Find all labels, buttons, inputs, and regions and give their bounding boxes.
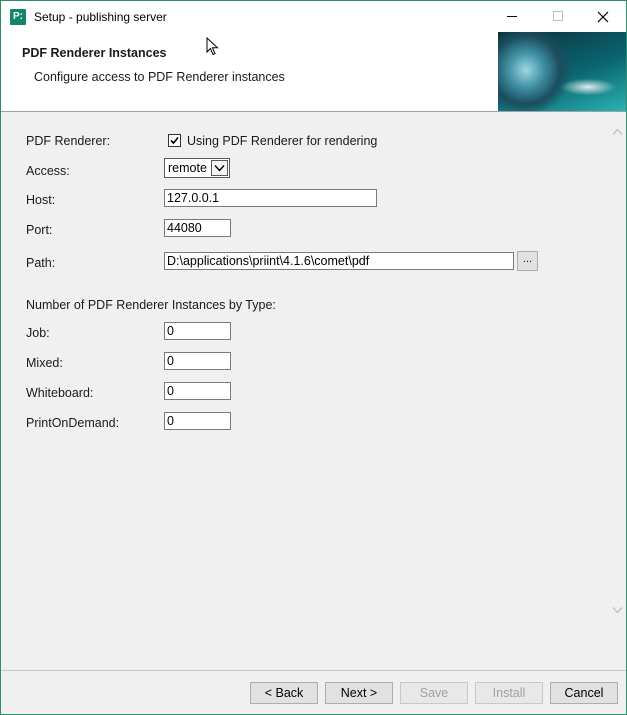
pdf-renderer-label: PDF Renderer: xyxy=(26,134,111,148)
page-subtitle: Configure access to PDF Renderer instanc… xyxy=(34,70,285,84)
title-bar: P: Setup - publishing server xyxy=(1,1,626,32)
minimize-button[interactable] xyxy=(489,1,535,32)
page-title: PDF Renderer Instances xyxy=(22,46,167,60)
path-label: Path: xyxy=(26,256,56,270)
browse-path-button[interactable]: ... xyxy=(517,251,538,271)
mixed-label: Mixed: xyxy=(26,356,63,370)
content-scrollbar[interactable] xyxy=(609,112,626,632)
job-label: Job: xyxy=(26,326,50,340)
close-icon xyxy=(597,11,609,22)
host-label: Host: xyxy=(26,193,56,207)
dropdown-button[interactable] xyxy=(211,160,228,176)
printondemand-label: PrintOnDemand: xyxy=(26,416,120,430)
next-button[interactable]: Next > xyxy=(325,682,393,704)
whiteboard-instances-input[interactable]: 0 xyxy=(164,382,231,400)
chevron-down-icon xyxy=(214,165,225,172)
printondemand-instances-input[interactable]: 0 xyxy=(164,412,231,430)
wizard-footer: < Back Next > Save Install Cancel xyxy=(1,670,626,714)
maximize-button xyxy=(535,1,581,32)
save-button: Save xyxy=(400,682,468,704)
use-pdf-renderer-checkbox-label[interactable]: Using PDF Renderer for rendering xyxy=(187,134,377,148)
instances-heading: Number of PDF Renderer Instances by Type… xyxy=(26,298,276,312)
access-select-value: remote xyxy=(168,161,207,175)
back-button[interactable]: < Back xyxy=(250,682,318,704)
use-pdf-renderer-checkbox[interactable] xyxy=(168,134,181,147)
cancel-button[interactable]: Cancel xyxy=(550,682,618,704)
window-title: Setup - publishing server xyxy=(34,10,167,24)
setup-window: P: Setup - publishing server PDF Rendere… xyxy=(0,0,627,715)
mouse-pointer-icon xyxy=(206,37,219,56)
access-label: Access: xyxy=(26,164,70,178)
scroll-up-icon[interactable] xyxy=(612,128,623,136)
job-instances-input[interactable]: 0 xyxy=(164,322,231,340)
whiteboard-label: Whiteboard: xyxy=(26,386,94,400)
checkmark-icon xyxy=(170,136,179,145)
access-select[interactable]: remote xyxy=(164,158,230,178)
port-label: Port: xyxy=(26,223,53,237)
maximize-icon xyxy=(552,11,563,21)
port-input[interactable]: 44080 xyxy=(164,219,231,237)
scroll-down-icon[interactable] xyxy=(612,606,623,614)
wizard-content: PDF Renderer: Using PDF Renderer for ren… xyxy=(1,112,609,632)
app-icon: P: xyxy=(10,9,26,25)
minimize-icon xyxy=(506,16,517,17)
host-input[interactable]: 127.0.0.1 xyxy=(164,189,377,207)
close-button[interactable] xyxy=(580,1,626,32)
header-banner-image xyxy=(498,32,626,111)
path-input[interactable]: D:\applications\priint\4.1.6\comet\pdf xyxy=(164,252,514,270)
wizard-header: PDF Renderer Instances Configure access … xyxy=(1,32,626,112)
install-button: Install xyxy=(475,682,543,704)
mixed-instances-input[interactable]: 0 xyxy=(164,352,231,370)
